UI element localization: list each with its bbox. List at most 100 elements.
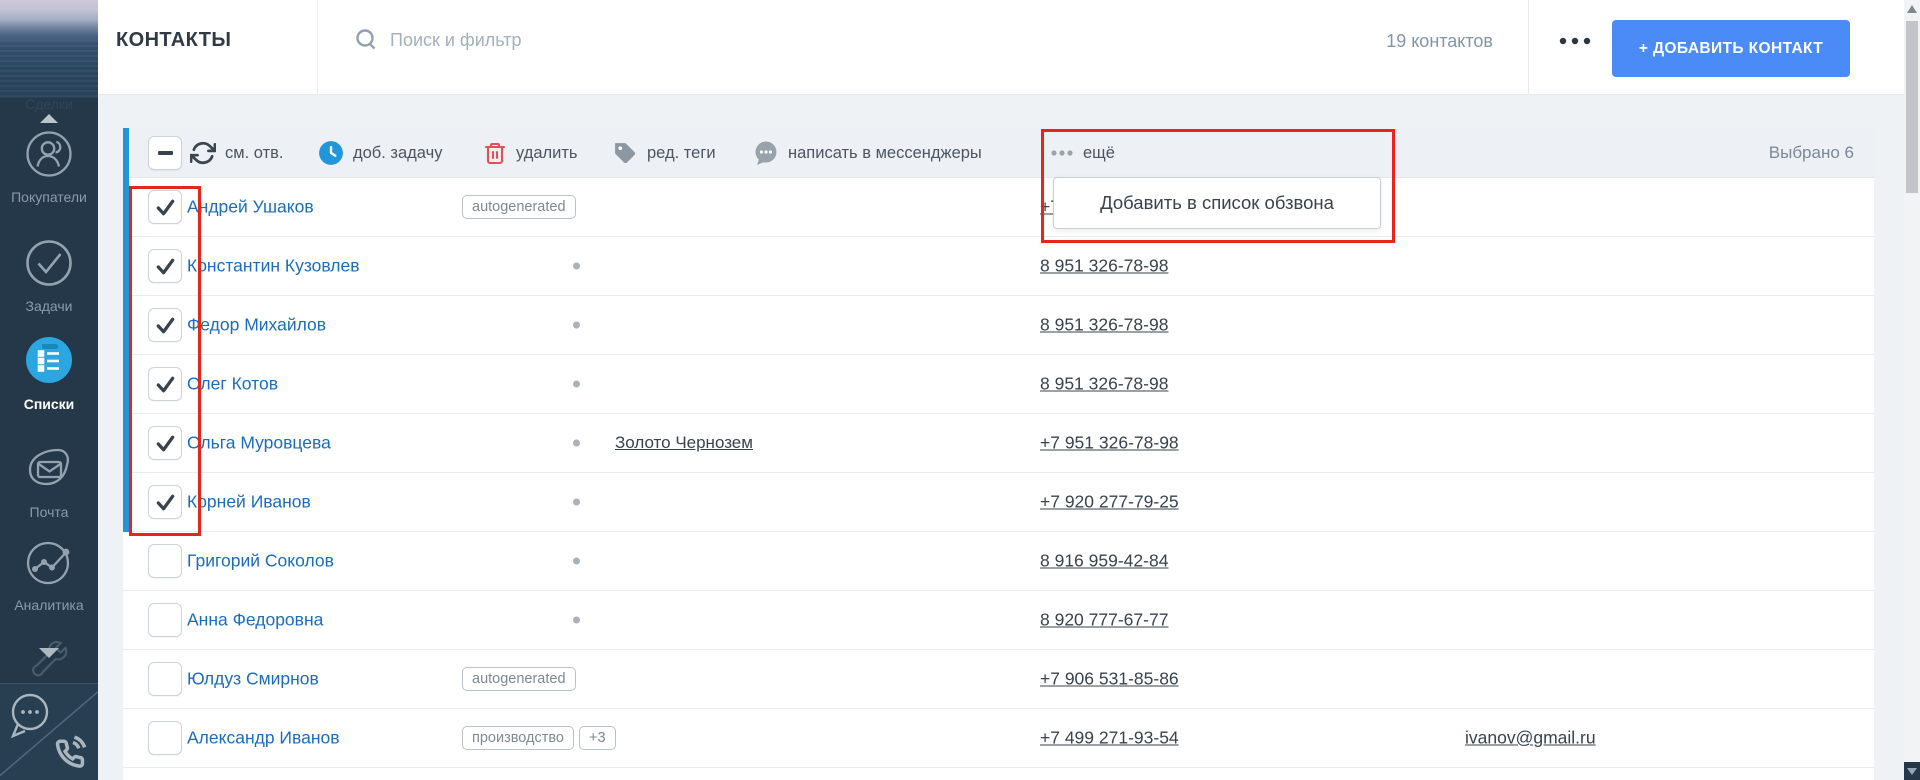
sidebar-item-lists[interactable]: Списки	[0, 333, 98, 412]
selected-count-label: Выбрано 6	[1769, 128, 1854, 178]
check-icon	[154, 314, 177, 337]
check-icon	[154, 255, 177, 278]
action-add-task[interactable]: доб. задачу	[318, 128, 442, 178]
select-all-checkbox[interactable]	[148, 136, 182, 170]
phone-link[interactable]: 8 920 777-67-77	[1040, 610, 1168, 631]
contact-name-link[interactable]: Юлдуз Смирнов	[187, 669, 319, 690]
ellipsis-icon	[1050, 149, 1074, 157]
contact-name-link[interactable]: Константин Кузовлев	[187, 256, 360, 277]
phone-link[interactable]: +7 951 326-78-98	[1040, 433, 1179, 454]
trash-icon	[483, 140, 507, 166]
contact-row: Ольга Муровцева Золото Чернозем +7 951 326…	[123, 414, 1874, 473]
contact-tag: autogenerated	[462, 195, 576, 219]
page-title: КОНТАКТЫ	[116, 29, 231, 52]
phone-link[interactable]: 8 951 326-78-98	[1040, 315, 1168, 336]
vertical-scrollbar[interactable]	[1904, 0, 1920, 780]
bulk-action-bar: см. отв. доб. задачу удалить ред. теги н…	[123, 128, 1874, 178]
chevron-down-icon	[39, 648, 59, 658]
messenger-widget[interactable]	[0, 683, 98, 780]
action-edit-tags[interactable]: ред. теги	[613, 128, 716, 178]
sidebar-item-mail[interactable]: Почта	[0, 443, 98, 520]
contact-tags: autogenerated	[462, 195, 576, 219]
contacts-panel: см. отв. доб. задачу удалить ред. теги н…	[123, 128, 1874, 780]
action-more[interactable]: ещё	[1050, 128, 1115, 178]
contact-tag: производство	[462, 726, 574, 750]
action-label: доб. задачу	[353, 144, 442, 163]
tag-icon	[613, 141, 638, 166]
row-checkbox[interactable]	[148, 190, 182, 224]
row-checkbox[interactable]	[148, 249, 182, 283]
add-contact-button[interactable]: + ДОБАВИТЬ КОНТАКТ	[1612, 20, 1850, 77]
action-write-messengers[interactable]: написать в мессенджеры	[753, 128, 982, 178]
row-checkbox[interactable]	[148, 308, 182, 342]
sidebar-item-buyers[interactable]: Покупатели	[0, 128, 98, 205]
partial-row	[123, 768, 1874, 780]
status-dot-icon	[573, 617, 580, 624]
status-dot-icon	[573, 381, 580, 388]
phone-icon	[58, 737, 85, 766]
sidebar-item-label: Задачи	[0, 298, 98, 314]
sidebar-item-tasks[interactable]: Задачи	[0, 237, 98, 314]
contact-name-link[interactable]: Александр Иванов	[187, 728, 340, 749]
status-dot-icon	[573, 558, 580, 565]
check-icon	[154, 373, 177, 396]
contact-tag: autogenerated	[462, 667, 576, 691]
mail-icon	[23, 443, 75, 495]
contact-name-link[interactable]: Ольга Муровцева	[187, 433, 331, 454]
contact-name-link[interactable]: Олег Котов	[187, 374, 278, 395]
row-checkbox[interactable]	[148, 426, 182, 460]
scroll-up-arrow-icon[interactable]	[1907, 5, 1917, 13]
phone-link[interactable]: +7 499 271-93-54	[1040, 728, 1179, 749]
phone-link[interactable]: 8 951 326-78-98	[1040, 256, 1168, 277]
contact-row: Александр Иванов производство+3 +7 499 271…	[123, 709, 1874, 768]
contact-name-link[interactable]: Андрей Ушаков	[187, 197, 314, 218]
wrench-icon	[23, 632, 75, 684]
sidebar-item-deals[interactable]: Сделки	[0, 96, 98, 123]
scrollbar-thumb[interactable]	[1906, 21, 1918, 193]
contact-name-link[interactable]: Григорий Соколов	[187, 551, 334, 572]
sidebar-item-label: Аналитика	[0, 597, 98, 613]
phone-link[interactable]: +7 906 531-85-86	[1040, 669, 1179, 690]
dropdown-item-add-to-call-list[interactable]: Добавить в список обзвона	[1100, 192, 1334, 214]
search-input[interactable]	[390, 30, 690, 51]
action-delete[interactable]: удалить	[483, 128, 578, 178]
sidebar-item-settings[interactable]	[0, 632, 98, 689]
email-link[interactable]: ivanov@gmail.ru	[1465, 728, 1596, 749]
row-checkbox[interactable]	[148, 544, 182, 578]
status-dot-icon	[573, 322, 580, 329]
row-checkbox[interactable]	[148, 662, 182, 696]
chevron-up-icon[interactable]	[40, 114, 58, 123]
contact-row: Андрей Ушаковautogenerated+7 951 326-78-…	[123, 178, 1874, 237]
tasks-icon	[23, 237, 75, 289]
sidebar-item-analytics[interactable]: Аналитика	[0, 536, 98, 613]
phone-link[interactable]: 8 951 326-78-98	[1040, 374, 1168, 395]
phone-link[interactable]: +7 920 277-79-25	[1040, 492, 1179, 513]
contacts-table-body: Андрей Ушаков autogenerated +7 951 326-78-…	[123, 178, 1874, 768]
contact-row: Анна Федоровна 8 920 777-67-77	[123, 591, 1874, 650]
search-bar[interactable]	[354, 27, 690, 53]
contact-name-link[interactable]: Анна Федоровна	[187, 610, 323, 631]
sidebar-scroll-down[interactable]	[0, 648, 98, 658]
buyers-icon	[23, 128, 75, 180]
scroll-down-button[interactable]	[1904, 762, 1920, 780]
contact-name-link[interactable]: Федор Михайлов	[187, 315, 326, 336]
contact-tags: производство+3	[462, 726, 616, 750]
contact-row: Юлдуз Смирнов autogenerated +7 906 531-85-…	[123, 650, 1874, 709]
action-see-responsible[interactable]: см. отв.	[190, 128, 283, 178]
row-checkbox[interactable]	[148, 721, 182, 755]
sidebar-item-label: Списки	[0, 396, 98, 412]
header-divider	[317, 0, 318, 95]
status-dot-icon	[573, 440, 580, 447]
row-checkbox[interactable]	[148, 603, 182, 637]
search-icon	[354, 27, 380, 53]
company-link[interactable]: Золото Чернозем	[615, 433, 753, 453]
row-checkbox[interactable]	[148, 367, 182, 401]
header-more-button[interactable]	[1558, 36, 1594, 46]
phone-link[interactable]: 8 916 959-42-84	[1040, 551, 1168, 572]
sidebar-item-label: Покупатели	[0, 189, 98, 205]
row-checkbox[interactable]	[148, 485, 182, 519]
chat-icon	[753, 140, 779, 166]
action-label: удалить	[516, 144, 578, 163]
contact-name-link[interactable]: Корней Иванов	[187, 492, 311, 513]
contact-tag: +3	[579, 726, 616, 750]
